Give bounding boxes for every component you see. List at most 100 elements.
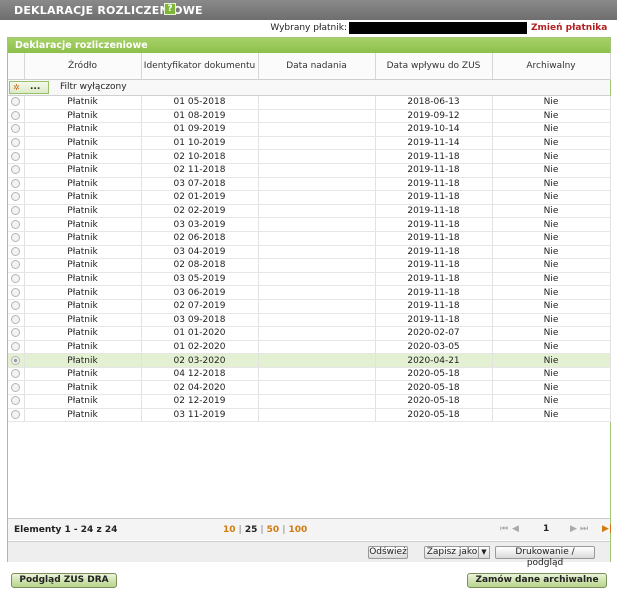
- refresh-button[interactable]: Odśwież: [368, 546, 408, 559]
- prev-page-icon[interactable]: ◀: [512, 524, 519, 534]
- help-icon[interactable]: ?: [164, 3, 176, 15]
- table-row[interactable]: Płatnik 02 10-2018 2019-11-18 Nie: [8, 149, 611, 164]
- radio-icon[interactable]: [11, 341, 21, 351]
- column-header-source[interactable]: Źródło: [24, 53, 142, 80]
- radio-icon[interactable]: [11, 382, 21, 392]
- radio-icon[interactable]: [11, 192, 21, 202]
- zus-dra-preview-button[interactable]: Podgląd ZUS DRA: [11, 573, 117, 588]
- column-header-received-date[interactable]: Data wpływu do ZUS: [375, 53, 493, 80]
- table-row[interactable]: Płatnik 03 06-2019 2019-11-18 Nie: [8, 285, 611, 300]
- export-icon[interactable]: ▶|: [602, 524, 612, 534]
- row-select-radio[interactable]: [8, 190, 25, 205]
- column-header-archived[interactable]: Archiwalny: [492, 53, 611, 80]
- row-select-radio[interactable]: [8, 122, 25, 137]
- table-row[interactable]: Płatnik 03 07-2018 2019-11-18 Nie: [8, 177, 611, 192]
- page-size-100[interactable]: 100: [288, 525, 307, 535]
- table-row[interactable]: Płatnik 01 08-2019 2019-09-12 Nie: [8, 109, 611, 124]
- row-select-radio[interactable]: [8, 177, 25, 192]
- column-header-document-id[interactable]: Identyfikator dokumentu: [141, 53, 259, 80]
- table-row[interactable]: Płatnik 02 06-2018 2019-11-18 Nie: [8, 231, 611, 246]
- table-row[interactable]: Płatnik 03 03-2019 2019-11-18 Nie: [8, 217, 611, 232]
- radio-icon[interactable]: [11, 396, 21, 406]
- first-page-icon[interactable]: ⏮: [500, 524, 508, 534]
- table-row[interactable]: Płatnik 03 11-2019 2020-05-18 Nie: [8, 408, 611, 423]
- radio-icon[interactable]: [11, 328, 21, 338]
- table-row[interactable]: Płatnik 02 02-2019 2019-11-18 Nie: [8, 204, 611, 219]
- row-select-radio[interactable]: [8, 217, 25, 232]
- radio-icon[interactable]: [11, 355, 21, 365]
- save-as-dropdown-icon[interactable]: ▼: [478, 546, 490, 559]
- page-size-10[interactable]: 10: [223, 525, 236, 535]
- filter-button[interactable]: ✲ ...: [9, 80, 49, 94]
- table-row[interactable]: Płatnik 01 10-2019 2019-11-14 Nie: [8, 136, 611, 151]
- table-row[interactable]: Płatnik 02 01-2019 2019-11-18 Nie: [8, 190, 611, 205]
- row-select-radio[interactable]: [8, 380, 25, 396]
- row-select-radio[interactable]: [8, 285, 25, 300]
- page-size-25[interactable]: 25: [245, 525, 258, 535]
- table-row[interactable]: Płatnik 01 02-2020 2020-03-05 Nie: [8, 340, 611, 355]
- radio-icon[interactable]: [11, 178, 21, 188]
- radio-icon[interactable]: [11, 287, 21, 297]
- cell-source: Płatnik: [24, 204, 142, 219]
- radio-icon[interactable]: [11, 409, 21, 419]
- row-select-radio[interactable]: [8, 204, 25, 219]
- row-select-radio[interactable]: [8, 340, 25, 355]
- radio-icon[interactable]: [11, 151, 21, 161]
- table-row[interactable]: Płatnik 02 03-2020 2020-04-21 Nie: [8, 353, 611, 368]
- table-row[interactable]: Płatnik 03 04-2019 2019-11-18 Nie: [8, 245, 611, 260]
- table-row[interactable]: Płatnik 01 01-2020 2020-02-07 Nie: [8, 326, 611, 341]
- table-row[interactable]: Płatnik 02 12-2019 2020-05-18 Nie: [8, 394, 611, 409]
- table-row[interactable]: Płatnik 03 05-2019 2019-11-18 Nie: [8, 272, 611, 287]
- row-select-radio[interactable]: [8, 394, 25, 409]
- row-select-radio[interactable]: [8, 231, 25, 246]
- column-header-sent-date[interactable]: Data nadania: [258, 53, 376, 80]
- row-select-radio[interactable]: [8, 136, 25, 151]
- row-select-radio[interactable]: [8, 272, 25, 287]
- cell-archived: Nie: [492, 340, 611, 355]
- radio-icon[interactable]: [11, 233, 21, 243]
- next-page-icon[interactable]: ▶: [570, 524, 577, 534]
- radio-icon[interactable]: [11, 314, 21, 324]
- row-select-radio[interactable]: [8, 109, 25, 124]
- table-row[interactable]: Płatnik 04 12-2018 2020-05-18 Nie: [8, 367, 611, 382]
- radio-icon[interactable]: [11, 260, 21, 270]
- cell-source: Płatnik: [24, 367, 142, 382]
- save-as-button[interactable]: Zapisz jako: [424, 546, 480, 559]
- radio-icon[interactable]: [11, 301, 21, 311]
- radio-icon[interactable]: [11, 165, 21, 175]
- cell-document-id: 03 04-2019: [141, 245, 259, 260]
- row-select-radio[interactable]: [8, 245, 25, 260]
- row-select-radio[interactable]: [8, 299, 25, 314]
- row-select-radio[interactable]: [8, 326, 25, 341]
- last-page-icon[interactable]: ⏭: [580, 524, 588, 534]
- table-row[interactable]: Płatnik 02 04-2020 2020-05-18 Nie: [8, 380, 611, 396]
- cell-received-date: 2019-11-18: [375, 245, 493, 260]
- row-select-radio[interactable]: [8, 408, 25, 423]
- print-preview-button[interactable]: Drukowanie / podgląd: [495, 546, 595, 568]
- row-select-radio[interactable]: [8, 163, 25, 178]
- radio-icon[interactable]: [11, 246, 21, 256]
- radio-icon[interactable]: [11, 97, 21, 107]
- radio-icon[interactable]: [11, 110, 21, 120]
- table-row[interactable]: Płatnik 01 09-2019 2019-10-14 Nie: [8, 122, 611, 137]
- row-select-radio[interactable]: [8, 149, 25, 164]
- page-size-50[interactable]: 50: [267, 525, 280, 535]
- row-select-radio[interactable]: [8, 367, 25, 382]
- change-payer-link[interactable]: Zmień płatnika: [531, 23, 607, 33]
- radio-icon[interactable]: [11, 138, 21, 148]
- table-row[interactable]: Płatnik 01 05-2018 2018-06-13 Nie: [8, 95, 611, 110]
- row-select-radio[interactable]: [8, 313, 25, 328]
- radio-icon[interactable]: [11, 219, 21, 229]
- row-select-radio[interactable]: [8, 353, 25, 368]
- table-row[interactable]: Płatnik 02 07-2019 2019-11-18 Nie: [8, 299, 611, 314]
- table-row[interactable]: Płatnik 03 09-2018 2019-11-18 Nie: [8, 313, 611, 328]
- radio-icon[interactable]: [11, 274, 21, 284]
- row-select-radio[interactable]: [8, 258, 25, 273]
- radio-icon[interactable]: [11, 369, 21, 379]
- row-select-radio[interactable]: [8, 95, 25, 110]
- radio-icon[interactable]: [11, 124, 21, 134]
- radio-icon[interactable]: [11, 206, 21, 216]
- table-row[interactable]: Płatnik 02 08-2018 2019-11-18 Nie: [8, 258, 611, 273]
- table-row[interactable]: Płatnik 02 11-2018 2019-11-18 Nie: [8, 163, 611, 178]
- order-archive-data-button[interactable]: Zamów dane archiwalne: [467, 573, 607, 588]
